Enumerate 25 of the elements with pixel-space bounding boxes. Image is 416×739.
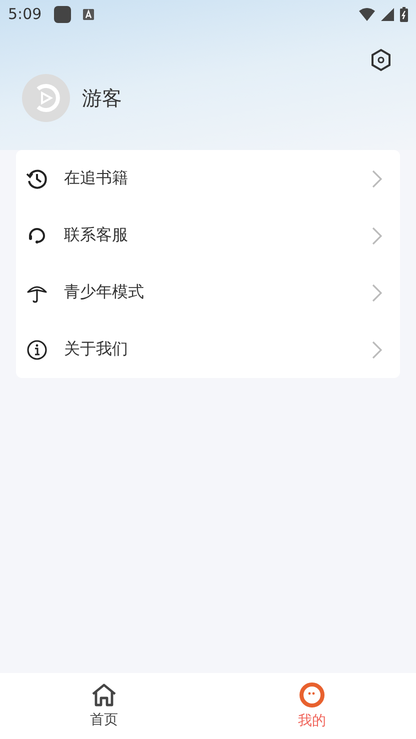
menu-item[interactable]: 在追书籍 <box>16 150 400 207</box>
menu-label: 联系客服 <box>64 225 129 246</box>
nav-tab[interactable]: 首页 <box>0 673 208 739</box>
history-icon <box>26 168 48 190</box>
signal-icon <box>381 8 394 20</box>
home-icon <box>91 683 117 707</box>
menu-label: 在追书籍 <box>64 168 129 189</box>
status-time: 5:09 <box>8 5 42 23</box>
username: 游客 <box>82 84 122 112</box>
chevron-right-icon <box>372 226 382 244</box>
menu-label: 青少年模式 <box>64 282 145 303</box>
chevron-right-icon <box>372 340 382 358</box>
battery-icon <box>400 6 408 22</box>
chevron-right-icon <box>372 284 382 302</box>
wifi-icon <box>359 8 375 20</box>
chevron-right-icon <box>372 170 382 188</box>
menu-item[interactable]: 联系客服 <box>16 207 400 264</box>
menu-label: 关于我们 <box>64 339 129 360</box>
notification-icon <box>82 8 94 20</box>
notification-icon <box>54 6 71 22</box>
info-icon <box>26 338 48 360</box>
face-icon <box>299 682 325 708</box>
settings-icon[interactable] <box>370 48 392 72</box>
menu-item[interactable]: 青少年模式 <box>16 264 400 321</box>
menu-item[interactable]: 关于我们 <box>16 321 400 378</box>
